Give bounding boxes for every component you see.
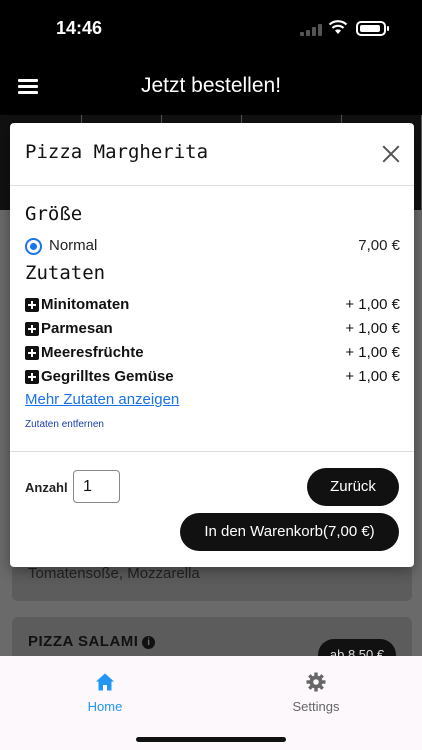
pizza-name-row: PIZZA SALAMI i	[28, 633, 156, 650]
home-indicator	[136, 737, 286, 742]
topping-price: + 1,00 €	[345, 320, 400, 337]
toppings-heading: Zutaten	[25, 262, 106, 284]
topping-row[interactable]: Parmesan + 1,00 €	[25, 320, 400, 342]
app-bar: Jetzt bestellen!	[0, 60, 422, 115]
info-icon[interactable]: i	[142, 636, 156, 649]
gear-icon	[306, 672, 326, 692]
topping-row[interactable]: Meeresfrüchte + 1,00 €	[25, 344, 400, 366]
close-icon[interactable]	[380, 143, 402, 165]
quantity-label: Anzahl	[25, 480, 68, 495]
page-title: Jetzt bestellen!	[140, 74, 282, 97]
back-button[interactable]: Zurück	[307, 468, 399, 506]
nav-item-home[interactable]: Home	[55, 666, 155, 716]
add-topping-icon[interactable]	[25, 322, 39, 336]
nav-label-home: Home	[87, 699, 123, 714]
add-topping-icon[interactable]	[25, 370, 39, 384]
topping-row[interactable]: Minitomaten + 1,00 €	[25, 296, 400, 318]
add-topping-icon[interactable]	[25, 298, 39, 312]
size-label: Normal	[49, 237, 98, 254]
quantity-input[interactable]	[73, 470, 120, 503]
topping-name: Meeresfrüchte	[41, 344, 144, 361]
product-dialog: Pizza Margherita Größe Normal 7,00 € Zut…	[10, 123, 414, 567]
pizza-name: PIZZA SALAMI	[28, 633, 139, 650]
status-time: 14:46	[56, 18, 103, 38]
bottom-nav: Home Settings	[0, 656, 422, 750]
topping-row[interactable]: Gegrilltes Gemüse + 1,00 €	[25, 368, 400, 390]
cellular-signal-icon	[300, 24, 322, 36]
size-price: 7,00 €	[358, 237, 400, 254]
pizza-card[interactable]: PIZZA SALAMI i ab 8,50 €	[12, 617, 412, 660]
nav-item-settings[interactable]: Settings	[266, 666, 366, 716]
topping-name: Minitomaten	[41, 296, 130, 313]
topping-price: + 1,00 €	[345, 344, 400, 361]
topping-price: + 1,00 €	[345, 296, 400, 313]
wifi-icon	[328, 20, 348, 34]
topping-name: Parmesan	[41, 320, 113, 337]
dialog-title: Pizza Margherita	[25, 141, 209, 163]
topping-price: + 1,00 €	[345, 368, 400, 385]
size-radio[interactable]	[25, 238, 42, 255]
dialog-divider	[10, 451, 414, 452]
add-topping-icon[interactable]	[25, 346, 39, 360]
home-icon	[96, 673, 114, 691]
size-heading: Größe	[25, 203, 83, 225]
nav-label-settings: Settings	[292, 699, 340, 714]
pizza-description: Tomatensoße, Mozzarella	[28, 565, 200, 582]
dialog-header: Pizza Margherita	[10, 123, 414, 186]
status-bar: 14:46	[0, 0, 422, 60]
more-toppings-link[interactable]: Mehr Zutaten anzeigen	[25, 391, 179, 408]
topping-name: Gegrilltes Gemüse	[41, 368, 174, 385]
remove-toppings-link[interactable]: Zutaten entfernen	[25, 419, 104, 430]
size-option[interactable]: Normal 7,00 €	[25, 236, 400, 258]
battery-icon	[356, 21, 389, 36]
add-to-cart-button[interactable]: In den Warenkorb(7,00 €)	[180, 513, 399, 551]
